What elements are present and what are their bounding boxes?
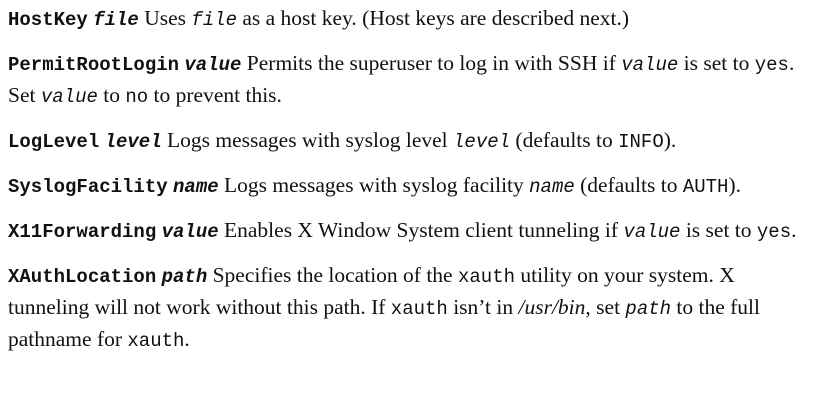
option-description: Enables X Window System client tunneling… [224, 218, 797, 243]
description-text: is set to [678, 51, 755, 75]
placeholder-code: value [621, 54, 679, 76]
description-text: to [97, 83, 126, 107]
placeholder-code: name [529, 176, 575, 198]
option-argument: file [93, 9, 139, 31]
description-text: to prevent this. [148, 83, 282, 107]
option-keyword: XAuthLocation [8, 266, 157, 288]
placeholder-code: path [625, 298, 672, 320]
option-keyword: LogLevel [8, 131, 100, 153]
option-keyword: X11Forwarding [8, 221, 157, 243]
option-description: Uses file as a host key. (Host keys are … [144, 6, 630, 31]
description-text: isn’t in [447, 295, 519, 319]
option-argument: value [161, 221, 219, 243]
literal-code: AUTH [682, 176, 729, 198]
option-argument: name [173, 176, 219, 198]
description-text: Logs messages with syslog level [166, 128, 454, 152]
literal-code: INFO [618, 131, 664, 153]
description-text: ). [663, 128, 677, 152]
description-text: (defaults to [510, 128, 619, 152]
description-text: Logs messages with syslog facility [224, 173, 530, 197]
description-text: . [791, 218, 797, 242]
literal-code: no [125, 86, 149, 108]
description-text: . [184, 327, 190, 351]
option-keyword: SyslogFacility [8, 176, 168, 198]
description-text: , set [585, 295, 626, 319]
literal-code: xauth [457, 266, 515, 288]
option-keyword: HostKey [8, 9, 88, 31]
placeholder-code: value [40, 86, 98, 108]
option-argument: path [161, 266, 208, 288]
path-text: /usr/bin [518, 295, 586, 319]
option-entry-loglevel: LogLevel level Logs messages with syslog… [8, 125, 820, 157]
description-text: as a host key. (Host keys are described … [236, 6, 630, 30]
placeholder-code: level [453, 131, 511, 153]
sshd-config-options-text: HostKey file Uses file as a host key. (H… [8, 0, 820, 369]
description-text: (defaults to [574, 173, 683, 197]
literal-code: yes [756, 221, 792, 243]
option-entry-hostkey: HostKey file Uses file as a host key. (H… [8, 3, 820, 35]
option-entry-syslogfacility: SyslogFacility name Logs messages with s… [8, 170, 820, 202]
description-text: Enables X Window System client tunneling… [224, 218, 624, 242]
placeholder-code: value [623, 221, 681, 243]
description-text: is set to [680, 218, 757, 242]
option-description: Logs messages with syslog facility name … [224, 173, 741, 198]
option-argument: level [104, 131, 162, 153]
option-argument: value [184, 54, 242, 76]
placeholder-code: file [191, 9, 237, 31]
option-entry-permitrootlogin: PermitRootLogin value Permits the superu… [8, 48, 820, 112]
option-keyword: PermitRootLogin [8, 54, 180, 76]
option-entry-xauthlocation: XAuthLocation path Specifies the locatio… [8, 260, 820, 356]
option-description: Logs messages with syslog level level (d… [166, 128, 677, 153]
literal-code: xauth [390, 298, 448, 320]
description-text: Permits the superuser to log in with SSH… [246, 51, 622, 75]
option-entry-x11forwarding: X11Forwarding value Enables X Window Sys… [8, 215, 820, 247]
description-text: Uses [144, 6, 192, 30]
description-text: ). [728, 173, 741, 197]
literal-code: xauth [127, 330, 185, 352]
literal-code: yes [754, 54, 789, 76]
description-text: Specifies the location of the [212, 263, 458, 287]
